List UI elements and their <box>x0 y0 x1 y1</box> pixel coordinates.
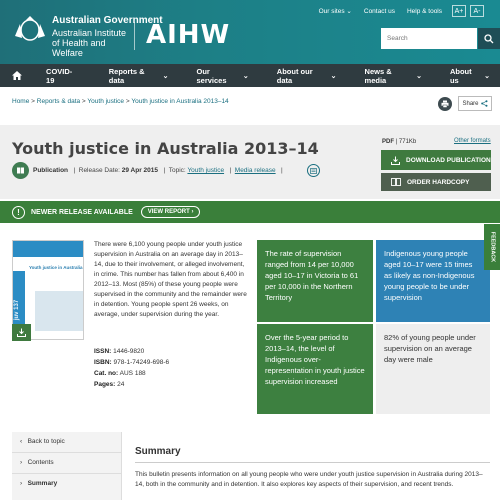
pages-row: Pages: 24 <box>94 381 125 388</box>
help-tools-link[interactable]: Help & tools <box>407 8 442 15</box>
print-button[interactable] <box>438 97 452 111</box>
chevron-down-icon: ⌄ <box>162 72 169 80</box>
publication-meta: Publication | Release Date: 29 Apr 2015 … <box>33 167 283 174</box>
download-icon <box>391 156 400 165</box>
topic-link[interactable]: Youth justice <box>187 167 224 174</box>
issn-row: ISSN: 1446-9820 <box>94 348 145 355</box>
print-icon <box>441 100 449 108</box>
site-header: Australian Government Australian Institu… <box>0 0 500 64</box>
release-date: 29 Apr 2015 <box>121 167 159 174</box>
divider <box>12 452 122 453</box>
coat-of-arms-icon <box>15 16 45 41</box>
search-input[interactable] <box>381 28 477 49</box>
newspaper-icon <box>310 167 317 174</box>
publication-icon <box>12 162 29 179</box>
cover-title: Youth justice in Australia <box>29 265 83 270</box>
font-increase-button[interactable]: A+ <box>452 5 466 17</box>
report-summary: There were 6,100 young people under yout… <box>94 241 247 318</box>
publication-type: Publication <box>33 167 69 174</box>
chevron-down-icon: ⌄ <box>484 72 491 80</box>
alert-icon: ! <box>12 205 25 219</box>
home-button[interactable] <box>0 64 34 87</box>
pdf-info: PDF | 771Kb <box>382 139 417 145</box>
book-icon <box>17 167 24 174</box>
chevron-down-icon: ⌄ <box>330 72 337 80</box>
breadcrumb-current[interactable]: Youth justice in Australia 2013–14 <box>131 98 228 105</box>
media-release-link[interactable]: Media release <box>235 167 276 174</box>
view-report-button[interactable]: VIEW REPORT › <box>140 206 201 218</box>
chevron-down-icon: ⌄ <box>242 72 249 80</box>
key-finding-tile: Indigenous young people aged 10–17 were … <box>376 240 490 322</box>
breadcrumb-youth-justice[interactable]: Youth justice <box>87 98 124 105</box>
cover-figure <box>35 291 83 331</box>
breadcrumb: Home > Reports & data > Youth justice > … <box>12 98 229 105</box>
download-publication-button[interactable]: DOWNLOAD PUBLICATION <box>381 150 491 170</box>
report-side-nav: ‹ Back to topic › Contents › Summary <box>12 432 122 500</box>
summary-link[interactable]: › Summary <box>20 480 57 487</box>
cover-header-band <box>13 241 83 257</box>
topic-label: Topic: <box>168 167 186 174</box>
back-to-topic-link[interactable]: ‹ Back to topic <box>20 438 65 445</box>
nav-about-us[interactable]: About us ⌄ <box>440 64 500 87</box>
release-label: Release Date: <box>78 167 120 174</box>
section-text: This bulletin presents information on al… <box>135 471 483 488</box>
share-icon <box>480 100 487 107</box>
cat-row: Cat. no: AUS 188 <box>94 370 146 377</box>
nav-covid[interactable]: COVID-19 <box>34 64 99 87</box>
cover-download-button[interactable] <box>12 324 31 341</box>
breadcrumb-reports[interactable]: Reports & data <box>37 98 80 105</box>
newer-release-bar: ! NEWER RELEASE AVAILABLE VIEW REPORT › <box>0 201 500 223</box>
breadcrumb-home[interactable]: Home <box>12 98 29 105</box>
font-decrease-button[interactable]: A- <box>470 5 484 17</box>
divider <box>12 473 122 474</box>
home-icon <box>12 71 23 80</box>
nav-news-media[interactable]: News & media ⌄ <box>355 64 440 87</box>
nav-reports-data[interactable]: Reports & data ⌄ <box>99 64 187 87</box>
chevron-down-icon: ⌄ <box>416 72 422 80</box>
key-finding-tile: Over the 5-year period to 2013–14, the l… <box>257 324 373 414</box>
newer-release-text: NEWER RELEASE AVAILABLE <box>31 208 133 216</box>
isbn-row: ISBN: 978-1-74249-698-6 <box>94 359 170 366</box>
feedback-tab[interactable]: FEEDBACK <box>484 224 500 270</box>
logo-divider <box>134 22 135 50</box>
search-button[interactable] <box>478 28 500 49</box>
contact-us-link[interactable]: Contact us <box>364 8 395 15</box>
nav-about-our-data[interactable]: About our data ⌄ <box>267 64 355 87</box>
gov-line-2: Australian Institute of Health and Welfa… <box>52 28 127 58</box>
nav-our-services[interactable]: Our services ⌄ <box>187 64 267 87</box>
contents-link[interactable]: › Contents <box>20 459 54 466</box>
main-nav: COVID-19 Reports & data ⌄ Our services ⌄ A… <box>0 64 500 87</box>
cover-side-text: juv 137 <box>14 299 21 321</box>
search-icon <box>484 33 494 43</box>
publication-details: ISSN: 1446-9820 ISBN: 978-1-74249-698-6 … <box>94 346 169 390</box>
other-formats-link[interactable]: Other formats <box>454 138 491 144</box>
section-heading: Summary <box>135 446 181 457</box>
order-hardcopy-button[interactable]: ORDER HARDCOPY <box>381 173 491 191</box>
key-finding-tile: 82% of young people under supervision on… <box>376 324 490 414</box>
page-title: Youth justice in Australia 2013–14 <box>12 139 319 158</box>
download-icon <box>17 328 26 337</box>
media-release-icon[interactable] <box>307 164 320 177</box>
aihw-logo[interactable]: AIHW <box>146 20 230 50</box>
share-button[interactable]: Share <box>458 96 492 111</box>
our-sites-link[interactable]: Our sites ⌄ <box>319 7 352 15</box>
utility-links: Our sites ⌄ Contact us Help & tools A+ A… <box>307 5 484 17</box>
key-finding-tile: The rate of supervision ranged from 14 p… <box>257 240 373 322</box>
book-icon <box>391 178 401 186</box>
divider <box>135 462 490 463</box>
